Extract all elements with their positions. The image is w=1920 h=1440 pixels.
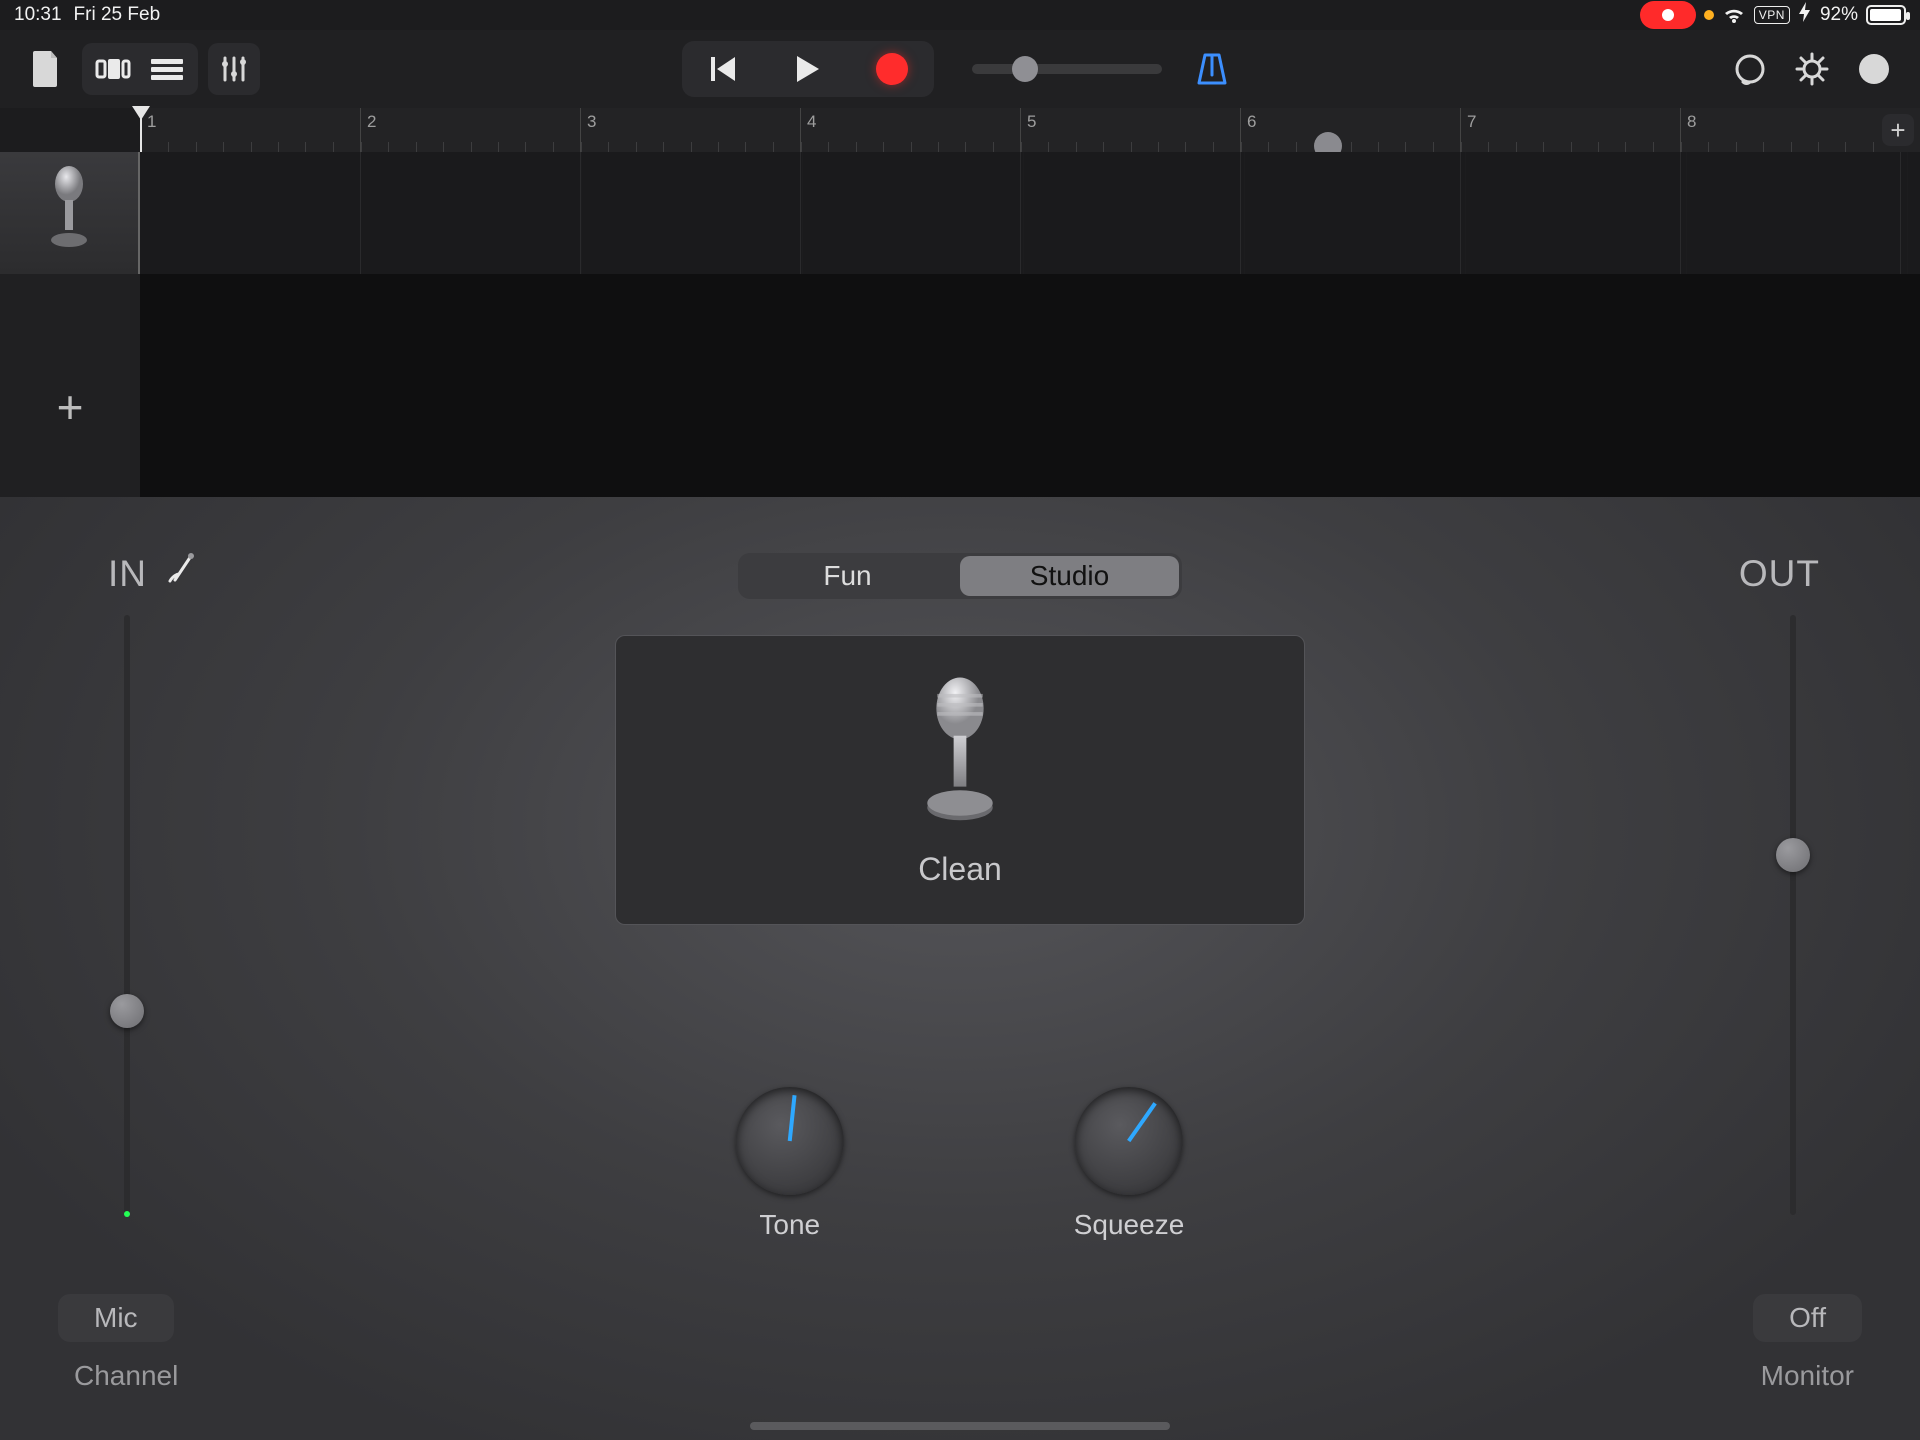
tracks-view-button[interactable]	[140, 47, 194, 91]
track-lane[interactable]	[140, 152, 1920, 274]
master-volume-knob[interactable]	[1012, 56, 1038, 82]
ruler-bar-label: 6	[1247, 112, 1256, 132]
track-row[interactable]	[0, 152, 1920, 274]
input-level-knob[interactable]	[110, 994, 144, 1028]
home-indicator[interactable]	[750, 1422, 1170, 1430]
segment-studio[interactable]: Studio	[960, 556, 1179, 596]
status-bar: 10:31 Fri 25 Feb VPN 92%	[0, 0, 1920, 30]
svg-text:?: ?	[1868, 56, 1880, 81]
monitor-button[interactable]: Off	[1753, 1294, 1862, 1342]
channel-button[interactable]: Mic	[58, 1294, 174, 1342]
toolbar: ?	[0, 30, 1920, 108]
track-controls-button[interactable]	[208, 43, 260, 95]
preset-name: Clean	[918, 851, 1002, 888]
help-button[interactable]: ?	[1848, 43, 1900, 95]
ruler-bar[interactable]: 7	[1460, 108, 1680, 152]
empty-tracks-area	[140, 274, 1920, 497]
input-meter-indicator	[124, 1211, 130, 1217]
settings-button[interactable]	[1786, 43, 1838, 95]
tone-label: Tone	[759, 1209, 820, 1241]
battery-icon	[1866, 5, 1906, 25]
squeeze-knob[interactable]: Squeeze	[1074, 1087, 1185, 1241]
squeeze-label: Squeeze	[1074, 1209, 1185, 1241]
preset-category-segmented[interactable]: Fun Studio	[738, 553, 1182, 599]
my-songs-button[interactable]	[20, 43, 72, 95]
tone-knob[interactable]: Tone	[736, 1087, 844, 1241]
transport-controls	[682, 41, 934, 97]
play-button[interactable]	[766, 41, 850, 97]
orientation-lock-icon	[1704, 10, 1714, 20]
segment-fun[interactable]: Fun	[738, 553, 957, 599]
view-segmented-control[interactable]	[82, 43, 198, 95]
loop-browser-button[interactable]	[1724, 43, 1776, 95]
timeline: 12 3 4 5 6 7 8 + +	[0, 108, 1920, 497]
output-level-slider[interactable]	[1790, 615, 1796, 1215]
status-date: Fri 25 Feb	[74, 4, 161, 26]
add-section-button[interactable]: +	[1882, 114, 1914, 146]
microphone-icon	[43, 166, 95, 261]
tracks-area: +	[0, 152, 1920, 497]
output-label: OUT	[1739, 553, 1820, 595]
track-header[interactable]	[0, 152, 140, 274]
ruler-bar-label: 7	[1467, 112, 1476, 132]
ruler-bar-label: 5	[1027, 112, 1036, 132]
microphone-icon	[910, 673, 1010, 833]
battery-percent: 92%	[1820, 4, 1858, 26]
input-label: IN	[108, 553, 147, 595]
vpn-badge: VPN	[1754, 6, 1790, 24]
ruler[interactable]: 12 3 4 5 6 7 8	[140, 108, 1920, 152]
master-volume-slider[interactable]	[972, 64, 1162, 74]
input-level-slider[interactable]	[124, 615, 130, 1215]
ruler-bar[interactable]: 4	[800, 108, 1020, 152]
knob-row: Tone Squeeze	[736, 1087, 1185, 1241]
screen-recording-indicator[interactable]	[1640, 1, 1696, 29]
ruler-bar[interactable]: 3	[580, 108, 800, 152]
ruler-bar-label: 2	[367, 112, 376, 132]
status-time: 10:31	[14, 4, 62, 26]
wifi-icon	[1722, 6, 1746, 24]
channel-label: Channel	[74, 1360, 178, 1392]
go-to-beginning-button[interactable]	[682, 41, 766, 97]
ruler-bar[interactable]: 1	[140, 108, 360, 152]
ruler-bar[interactable]: 2	[360, 108, 580, 152]
instrument-panel: IN OUT Fun Studio	[0, 497, 1920, 1440]
noise-gate-button[interactable]	[160, 549, 202, 591]
output-level-knob[interactable]	[1776, 838, 1810, 872]
monitor-label: Monitor	[1761, 1360, 1854, 1392]
record-icon	[876, 53, 908, 85]
browser-view-button[interactable]	[86, 47, 140, 91]
preset-card[interactable]: Clean	[615, 635, 1305, 925]
ruler-bar[interactable]: 8	[1680, 108, 1900, 152]
ruler-bar[interactable]: 6	[1240, 108, 1460, 152]
ruler-bar-label: 8	[1687, 112, 1696, 132]
ruler-bar-label: 4	[807, 112, 816, 132]
plus-icon: +	[57, 380, 84, 434]
metronome-button[interactable]	[1186, 43, 1238, 95]
ruler-bar-label: 3	[587, 112, 596, 132]
record-button[interactable]	[850, 41, 934, 97]
ruler-bar[interactable]: 5	[1020, 108, 1240, 152]
charging-icon	[1798, 2, 1812, 28]
